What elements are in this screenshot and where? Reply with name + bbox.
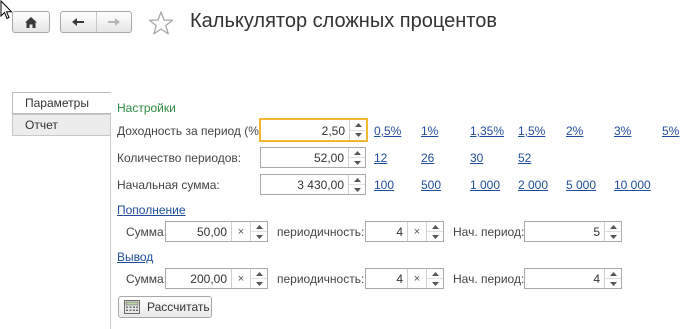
yield-spinner[interactable]	[349, 120, 366, 140]
arrow-left-icon	[72, 18, 85, 26]
periods-input[interactable]: 52,00	[260, 147, 366, 168]
deposit-sum-spinner[interactable]	[250, 222, 267, 241]
calculate-button-label: Рассчитать	[147, 300, 210, 314]
withdraw-sum-spinner[interactable]	[250, 269, 267, 288]
spin-up-icon[interactable]	[427, 222, 443, 231]
spin-up-icon[interactable]	[251, 222, 267, 231]
deposit-period-input[interactable]: 4 ×	[365, 221, 444, 242]
yield-option-4[interactable]: 2%	[566, 124, 583, 138]
clear-icon[interactable]: ×	[231, 222, 250, 241]
clear-icon[interactable]: ×	[231, 269, 250, 288]
deposit-sum-label: Сумма:	[126, 225, 168, 239]
initial-sum-spinner[interactable]	[348, 175, 365, 194]
withdraw-period-label: периодичность:	[277, 272, 365, 286]
withdraw-sum-label: Сумма:	[126, 272, 168, 286]
periods-label: Количество периодов:	[117, 151, 242, 165]
spin-down-icon[interactable]	[349, 184, 365, 194]
back-button[interactable]	[61, 12, 96, 32]
deposit-section-link[interactable]: Пополнение	[117, 203, 186, 217]
yield-label: Доходность за период (%):	[117, 124, 267, 138]
spin-up-icon[interactable]	[349, 148, 365, 157]
periods-option-0[interactable]: 12	[374, 151, 387, 165]
withdraw-start-spinner[interactable]	[604, 269, 621, 288]
clear-icon[interactable]: ×	[407, 269, 426, 288]
withdraw-start-input[interactable]: 4	[524, 268, 622, 289]
yield-option-5[interactable]: 3%	[614, 124, 631, 138]
spin-down-icon[interactable]	[605, 231, 621, 241]
deposit-start-input[interactable]: 5	[524, 221, 622, 242]
spin-down-icon[interactable]	[251, 231, 267, 241]
initial-option-2[interactable]: 1 000	[470, 178, 500, 192]
withdraw-sum-input[interactable]: 200,00 ×	[165, 268, 268, 289]
arrow-right-icon	[107, 18, 120, 26]
forward-button[interactable]	[95, 12, 132, 32]
withdraw-period-spinner[interactable]	[426, 269, 443, 288]
spin-down-icon[interactable]	[605, 278, 621, 288]
initial-sum-input[interactable]: 3 430,00	[260, 174, 366, 195]
spin-down-icon[interactable]	[349, 157, 365, 167]
yield-input[interactable]: 2,50	[259, 118, 368, 142]
tab-report[interactable]: Отчет	[12, 114, 111, 136]
yield-option-0[interactable]: 0,5%	[374, 124, 401, 138]
calculator-icon	[124, 300, 140, 314]
spin-up-icon[interactable]	[251, 269, 267, 278]
star-icon[interactable]	[148, 10, 174, 36]
spin-down-icon[interactable]	[251, 278, 267, 288]
periods-spinner[interactable]	[348, 148, 365, 167]
clear-icon[interactable]: ×	[407, 222, 426, 241]
spin-up-icon[interactable]	[605, 222, 621, 231]
initial-option-4[interactable]: 5 000	[566, 178, 596, 192]
deposit-period-label: периодичность:	[277, 225, 365, 239]
yield-option-6[interactable]: 5%	[662, 124, 679, 138]
initial-option-1[interactable]: 500	[421, 178, 441, 192]
home-button[interactable]	[12, 11, 50, 33]
spin-up-icon[interactable]	[349, 175, 365, 184]
withdraw-period-input[interactable]: 4 ×	[365, 268, 444, 289]
spin-up-icon[interactable]	[350, 120, 366, 130]
tab-parameters[interactable]: Параметры	[12, 92, 111, 114]
initial-sum-label: Начальная сумма:	[117, 178, 220, 192]
deposit-start-spinner[interactable]	[604, 222, 621, 241]
spin-up-icon[interactable]	[605, 269, 621, 278]
yield-option-1[interactable]: 1%	[421, 124, 438, 138]
yield-option-3[interactable]: 1,5%	[518, 124, 545, 138]
calculate-button[interactable]: Рассчитать	[118, 296, 212, 318]
initial-option-5[interactable]: 10 000	[614, 178, 651, 192]
navigation-buttons	[60, 11, 132, 33]
spin-down-icon[interactable]	[427, 278, 443, 288]
initial-option-0[interactable]: 100	[374, 178, 394, 192]
settings-section-label: Настройки	[117, 101, 176, 115]
home-icon	[25, 16, 37, 28]
spin-up-icon[interactable]	[427, 269, 443, 278]
periods-option-3[interactable]: 52	[518, 151, 531, 165]
withdraw-section-link[interactable]: Вывод	[117, 250, 153, 264]
initial-option-3[interactable]: 2 000	[518, 178, 548, 192]
yield-option-2[interactable]: 1,35%	[470, 124, 504, 138]
withdraw-start-label: Нач. период:	[453, 272, 525, 286]
periods-option-2[interactable]: 30	[470, 151, 483, 165]
spin-down-icon[interactable]	[427, 231, 443, 241]
deposit-sum-input[interactable]: 50,00 ×	[165, 221, 268, 242]
periods-option-1[interactable]: 26	[421, 151, 434, 165]
deposit-period-spinner[interactable]	[426, 222, 443, 241]
spin-down-icon[interactable]	[350, 129, 366, 141]
page-title: Калькулятор сложных процентов	[190, 10, 497, 32]
deposit-start-label: Нач. период:	[453, 225, 525, 239]
